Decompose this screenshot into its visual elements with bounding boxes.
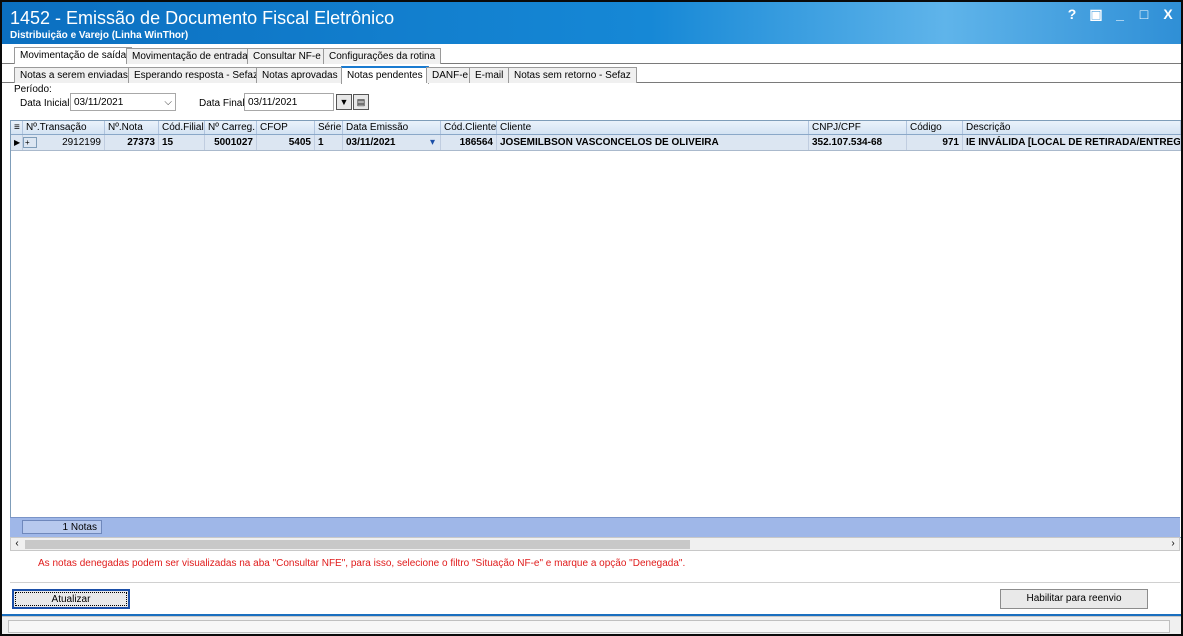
tab-movimentacao-saida[interactable]: Movimentação de saída xyxy=(14,47,133,64)
status-bar xyxy=(2,616,1181,634)
cell-cod-cliente: 186564 xyxy=(441,135,497,150)
tab-configuracoes-rotina[interactable]: Configurações da rotina xyxy=(323,48,442,64)
col-codigo[interactable]: Código xyxy=(907,121,963,134)
col-carreg[interactable]: Nº Carreg. xyxy=(205,121,257,134)
close-icon[interactable]: X xyxy=(1161,6,1175,23)
chevron-down-icon[interactable]: ⌵ xyxy=(164,94,172,112)
data-final-field[interactable]: 03/11/2021 xyxy=(244,93,334,111)
help-icon[interactable]: ? xyxy=(1065,6,1079,23)
tab-movimentacao-entrada[interactable]: Movimentação de entrada xyxy=(126,48,254,64)
maximize-icon[interactable]: □ xyxy=(1137,6,1151,23)
column-chooser-icon[interactable]: ≡ xyxy=(11,121,23,134)
scroll-right-icon[interactable]: › xyxy=(1167,538,1179,550)
tab-esperando-resposta[interactable]: Esperando resposta - Sefaz xyxy=(128,67,264,83)
tab-notas-sem-retorno[interactable]: Notas sem retorno - Sefaz xyxy=(508,67,637,83)
periodo-label: Período: xyxy=(14,84,52,95)
cell-filial: 15 xyxy=(159,135,205,150)
data-inicial-field[interactable]: 03/11/2021 ⌵ xyxy=(70,93,176,111)
col-cod-cliente[interactable]: Cód.Cliente xyxy=(441,121,497,134)
main-window: 1452 - Emissão de Documento Fiscal Eletr… xyxy=(0,0,1183,636)
col-cfop[interactable]: CFOP xyxy=(257,121,315,134)
col-cnpj-cpf[interactable]: CNPJ/CPF xyxy=(809,121,907,134)
expand-row-icon[interactable]: + xyxy=(23,137,37,148)
calendar-icon[interactable]: ▤ xyxy=(353,94,369,110)
table-row[interactable]: ▶ + 2912199 27373 15 5001027 5405 1 03/1… xyxy=(11,135,1181,151)
cell-carreg: 5001027 xyxy=(205,135,257,150)
habilitar-reenvio-button[interactable]: Habilitar para reenvio xyxy=(1000,589,1148,609)
main-tab-bar: Movimentação de saída Movimentação de en… xyxy=(2,47,1181,64)
data-final-dropdown-icon[interactable]: ▼ xyxy=(336,94,352,110)
notas-count: 1 Notas xyxy=(22,520,102,534)
date-dropdown-icon[interactable]: ▾ xyxy=(427,135,441,150)
cell-nota: 27373 xyxy=(105,135,159,150)
cell-data-emissao: 03/11/2021 xyxy=(346,137,396,148)
tab-email[interactable]: E-mail xyxy=(469,67,510,83)
grid-header: ≡ Nº.Transação Nº.Nota Cód.Filial Nº Car… xyxy=(11,121,1181,135)
col-descricao[interactable]: Descrição xyxy=(963,121,1181,134)
data-inicial-value: 03/11/2021 xyxy=(74,97,124,108)
cell-codigo: 971 xyxy=(907,135,963,150)
divider xyxy=(10,582,1180,583)
title-bar: 1452 - Emissão de Documento Fiscal Eletr… xyxy=(2,2,1181,44)
data-inicial-label: Data Inicial xyxy=(20,98,70,109)
window-controls: ? ▣ _ □ X xyxy=(1065,6,1175,23)
status-panel xyxy=(8,620,1170,633)
tab-notas-aprovadas[interactable]: Notas aprovadas xyxy=(256,67,344,83)
cell-cliente: JOSEMILBSON VASCONCELOS DE OLIVEIRA xyxy=(497,135,809,150)
scroll-left-icon[interactable]: ‹ xyxy=(11,538,23,550)
cell-descricao: IE INVÁLIDA [LOCAL DE RETIRADA/ENTREGA] xyxy=(963,135,1181,150)
restore-icon[interactable]: ▣ xyxy=(1089,6,1103,23)
cell-cnpj-cpf: 352.107.534-68 xyxy=(809,135,907,150)
col-serie[interactable]: Série xyxy=(315,121,343,134)
row-indicator-icon: ▶ xyxy=(11,135,23,150)
tab-notas-serem-enviadas[interactable]: Notas a serem enviadas xyxy=(14,67,134,83)
denegadas-warning: As notas denegadas podem ser visualizada… xyxy=(38,558,686,569)
data-final-value: 03/11/2021 xyxy=(248,97,298,108)
tab-consultar-nfe[interactable]: Consultar NF-e xyxy=(247,48,327,64)
atualizar-button[interactable]: Atualizar xyxy=(12,589,130,609)
col-nota[interactable]: Nº.Nota xyxy=(105,121,159,134)
scroll-thumb[interactable] xyxy=(25,540,690,549)
data-final-label: Data Final xyxy=(199,98,245,109)
cell-cfop: 5405 xyxy=(257,135,315,150)
col-transacao[interactable]: Nº.Transação xyxy=(23,121,105,134)
grid-footer: 1 Notas xyxy=(10,517,1180,537)
col-data-emissao[interactable]: Data Emissão xyxy=(343,121,441,134)
cell-serie: 1 xyxy=(315,135,343,150)
notas-grid[interactable]: ≡ Nº.Transação Nº.Nota Cód.Filial Nº Car… xyxy=(10,120,1181,538)
horizontal-scrollbar[interactable]: ‹ › xyxy=(10,537,1180,551)
cell-transacao: 2912199 xyxy=(37,135,105,150)
col-filial[interactable]: Cód.Filial xyxy=(159,121,205,134)
sub-tab-bar: Notas a serem enviadas Esperando respost… xyxy=(2,66,1181,84)
window-title: 1452 - Emissão de Documento Fiscal Eletr… xyxy=(10,8,395,28)
col-cliente[interactable]: Cliente xyxy=(497,121,809,134)
window-subtitle: Distribuição e Varejo (Linha WinThor) xyxy=(10,30,189,41)
tab-notas-pendentes[interactable]: Notas pendentes xyxy=(341,66,429,84)
minimize-icon[interactable]: _ xyxy=(1113,6,1127,23)
tab-danfe[interactable]: DANF-e xyxy=(426,67,475,83)
